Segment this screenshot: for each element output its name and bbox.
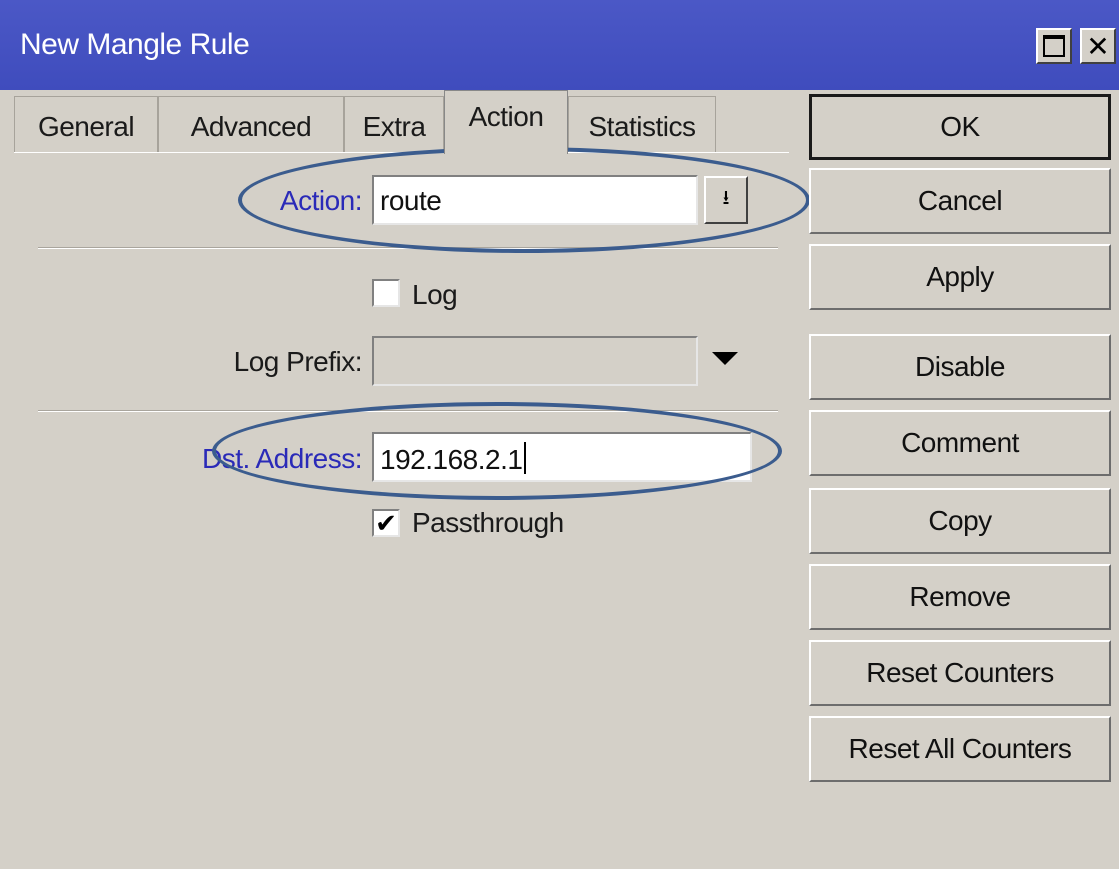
- copy-button[interactable]: Copy: [809, 488, 1111, 554]
- reset-all-counters-button[interactable]: Reset All Counters: [809, 716, 1111, 782]
- log-prefix-label: Log Prefix:: [233, 346, 363, 377]
- tab-extra[interactable]: Extra: [344, 96, 444, 152]
- window-title: New Mangle Rule: [20, 28, 250, 61]
- remove-button[interactable]: Remove: [809, 564, 1111, 630]
- action-tab-panel: Action: route ⭳ Log Log Prefix: Dst. Add…: [14, 147, 810, 869]
- comment-button[interactable]: Comment: [809, 410, 1111, 476]
- action-dropdown-button[interactable]: ⭳: [704, 176, 748, 224]
- checkmark-icon: ✔: [375, 508, 397, 538]
- log-prefix-expand-icon[interactable]: [712, 352, 738, 365]
- button-column: OK Cancel Apply Disable Comment Copy Rem…: [789, 90, 1119, 868]
- text-caret: [524, 442, 527, 474]
- dst-address-value: 192.168.2.1: [380, 444, 523, 475]
- separator: [38, 247, 778, 249]
- ok-button[interactable]: OK: [809, 94, 1111, 160]
- dst-address-input[interactable]: 192.168.2.1: [372, 432, 752, 482]
- close-icon: ✕: [1086, 30, 1110, 62]
- title-bar[interactable]: New Mangle Rule ✕: [0, 0, 1119, 90]
- disable-button[interactable]: Disable: [809, 334, 1111, 400]
- maximize-button[interactable]: [1036, 28, 1072, 64]
- passthrough-checkbox-label: Passthrough: [412, 507, 564, 538]
- separator: [38, 410, 778, 412]
- tab-general[interactable]: General: [14, 96, 158, 152]
- cancel-button[interactable]: Cancel: [809, 168, 1111, 234]
- log-checkbox[interactable]: [372, 279, 400, 307]
- log-checkbox-label: Log: [412, 279, 458, 310]
- maximize-icon: [1043, 35, 1065, 57]
- dst-address-label: Dst. Address:: [201, 443, 363, 474]
- action-select[interactable]: route: [372, 175, 698, 225]
- dropdown-icon: ⭳: [722, 187, 730, 209]
- passthrough-checkbox[interactable]: ✔: [372, 509, 400, 537]
- tab-action[interactable]: Action: [444, 90, 568, 154]
- mangle-rule-window: New Mangle Rule ✕ General Advanced Extra…: [0, 0, 1119, 869]
- apply-button[interactable]: Apply: [809, 244, 1111, 310]
- tab-statistics[interactable]: Statistics: [568, 96, 716, 152]
- close-button[interactable]: ✕: [1080, 28, 1116, 64]
- reset-counters-button[interactable]: Reset Counters: [809, 640, 1111, 706]
- tab-advanced[interactable]: Advanced: [158, 96, 344, 152]
- log-prefix-field[interactable]: [372, 336, 698, 386]
- action-label: Action:: [279, 185, 363, 216]
